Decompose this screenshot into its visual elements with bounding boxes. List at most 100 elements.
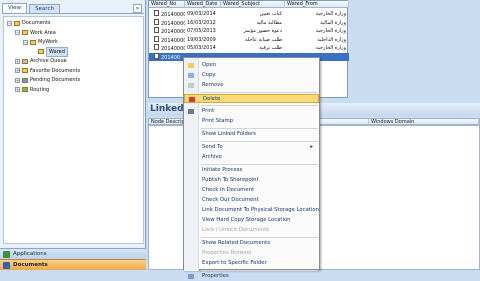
cell-text: 05/03/2014 bbox=[187, 45, 216, 51]
menu-item[interactable]: Export to Specific Folder bbox=[184, 259, 319, 268]
menu-item[interactable]: Initiate Process bbox=[184, 166, 319, 175]
menu-item-label: Export to Specific Folder bbox=[202, 260, 267, 266]
menu-item[interactable]: Check In Document bbox=[184, 186, 319, 195]
document-icon bbox=[154, 35, 159, 42]
expand-icon[interactable]: + bbox=[15, 87, 20, 92]
menu-item[interactable]: Properties bbox=[184, 272, 319, 281]
cell-text: طلب ترقية bbox=[259, 45, 282, 51]
applications-icon bbox=[3, 251, 10, 258]
cell-text: وزارة المالية bbox=[320, 19, 346, 26]
table-row[interactable]: 20140000109/03/2014 كتاب تعيين وزارة الخار… bbox=[149, 10, 349, 18]
collapse-icon[interactable]: − bbox=[23, 39, 28, 45]
menu-item[interactable]: Publish To Sharepoint bbox=[184, 176, 319, 185]
table-cell: دعوة حضور مؤتمر bbox=[221, 27, 285, 35]
menu-item-label: Properties bbox=[202, 273, 229, 279]
table-cell: 07/05/2013 bbox=[185, 27, 221, 35]
tree-node-label: MyWork bbox=[38, 39, 58, 45]
table-cell: 201400 bbox=[149, 52, 185, 61]
tree-node[interactable]: − MyWork bbox=[23, 38, 58, 46]
column-header-wared-no[interactable]: Wared_No bbox=[149, 1, 185, 8]
tree-node[interactable]: − Documents bbox=[7, 19, 51, 27]
menu-item[interactable]: Show Related Documents bbox=[184, 239, 319, 248]
table-row[interactable]: 20140000216/03/2012 مطالبة مالية وزارة الم… bbox=[149, 18, 349, 27]
pending-folder-icon bbox=[22, 77, 28, 83]
tree-node[interactable]: + Routing bbox=[15, 86, 49, 94]
cell-text: وزارة الداخلية bbox=[317, 36, 346, 43]
cell-text: مطالبة مالية bbox=[256, 19, 282, 26]
table-cell: مطالبة مالية bbox=[221, 19, 285, 27]
table-cell: 201400002 bbox=[149, 18, 185, 27]
table-cell: 201400001 bbox=[149, 10, 185, 18]
menu-separator bbox=[201, 164, 318, 165]
column-header-wared-date[interactable]: Wared_Date bbox=[185, 1, 221, 8]
folder-icon bbox=[30, 39, 36, 45]
menu-item-label: Show Related Documents bbox=[202, 240, 270, 246]
menu-item-label: Initiate Process bbox=[202, 167, 243, 173]
tree-node[interactable]: + Archive Queue bbox=[15, 57, 67, 65]
menu-separator bbox=[201, 92, 318, 93]
table-row[interactable]: 20140000505/03/2014 طلب ترقية وزارة الخارج… bbox=[149, 44, 349, 52]
tree-node[interactable]: + Pending Documents bbox=[15, 76, 80, 84]
nav-bar-documents[interactable]: Documents bbox=[0, 259, 146, 270]
menu-item[interactable]: Remove bbox=[184, 81, 319, 90]
menu-item-label: Print bbox=[202, 108, 215, 114]
expand-icon[interactable]: + bbox=[15, 77, 20, 83]
document-icon bbox=[154, 27, 159, 33]
menu-separator bbox=[201, 128, 318, 129]
folder-tree: − Documents − Work Area − MyWork Wared + Archive… bbox=[3, 16, 144, 244]
menu-item[interactable]: Delete bbox=[184, 94, 319, 103]
nav-bar-applications[interactable]: Applications bbox=[0, 248, 146, 259]
archive-icon bbox=[22, 58, 28, 64]
tab-search[interactable]: Search bbox=[29, 4, 60, 13]
table-cell: 16/03/2012 bbox=[185, 19, 221, 27]
expand-icon[interactable]: + bbox=[15, 68, 20, 73]
grid-header: Wared_No Wared_Date Wared_Subject Wared_… bbox=[149, 1, 349, 8]
menu-item[interactable]: Open bbox=[184, 61, 319, 70]
remove-icon bbox=[188, 83, 194, 88]
table-cell: وزارة الخارجية bbox=[285, 44, 349, 52]
collapse-pane-button[interactable]: » bbox=[133, 4, 142, 13]
table-cell: 05/03/2014 bbox=[185, 44, 221, 52]
menu-item[interactable]: Show Linked Folders bbox=[184, 130, 319, 139]
delete-icon bbox=[189, 97, 195, 102]
star-folder-icon bbox=[22, 68, 28, 73]
menu-item-label: Print Stamp bbox=[202, 118, 234, 124]
table-cell: طلب ترقية bbox=[221, 44, 285, 52]
folder-icon bbox=[38, 49, 44, 54]
table-cell: وزارة الخارجية bbox=[285, 27, 349, 35]
collapse-icon[interactable]: − bbox=[15, 30, 20, 35]
table-cell: 201400003 bbox=[149, 27, 185, 35]
cell-text: 201400002 bbox=[161, 20, 185, 27]
menu-item[interactable]: Check Out Document bbox=[184, 196, 319, 205]
table-cell: كتاب تعيين bbox=[221, 10, 285, 18]
menu-item[interactable]: View Hard Copy Storage Location bbox=[184, 216, 319, 225]
column-header-wared-from[interactable]: Wared_From bbox=[285, 1, 349, 8]
tree-node[interactable]: Wared bbox=[31, 46, 68, 57]
tree-node[interactable]: − Work Area bbox=[15, 29, 56, 37]
table-cell: وزارة الداخلية bbox=[285, 36, 349, 44]
table-row[interactable]: 20140000307/05/2013 دعوة حضور مؤتمر وزارة … bbox=[149, 27, 349, 35]
menu-item[interactable]: Link Document To Physical Storage Locati… bbox=[184, 206, 319, 215]
expand-icon[interactable]: + bbox=[15, 58, 20, 64]
cell-text: 09/03/2014 bbox=[187, 11, 216, 17]
cell-text: كتاب تعيين bbox=[259, 11, 282, 17]
menu-item[interactable]: Print Stamp bbox=[184, 117, 319, 126]
menu-item-label: Open bbox=[202, 62, 217, 68]
tab-view[interactable]: View bbox=[2, 3, 28, 13]
menu-item[interactable]: Send To ▸ bbox=[184, 143, 319, 152]
cell-text: وزارة الخارجية bbox=[315, 11, 346, 17]
menu-item[interactable]: Copy bbox=[184, 71, 319, 80]
menu-item-label: Delete bbox=[203, 96, 221, 102]
menu-item-label: Check In Document bbox=[202, 187, 255, 193]
properties-icon bbox=[188, 274, 194, 279]
collapse-icon[interactable]: − bbox=[7, 20, 12, 26]
menu-item[interactable]: Archive bbox=[184, 153, 319, 162]
table-row[interactable]: 20140000419/03/2009 طلب صيانة عاجلة وزارة … bbox=[149, 35, 349, 44]
menu-item-label: Show Linked Folders bbox=[202, 131, 257, 137]
menu-item-label: Properties Browser bbox=[202, 250, 252, 256]
tree-node[interactable]: + Favorite Documents bbox=[15, 67, 80, 75]
menu-item[interactable]: Print bbox=[184, 107, 319, 116]
cell-text: 19/03/2009 bbox=[187, 36, 216, 43]
navigation-pane: View Search » − Documents − Work Area − MyWor… bbox=[0, 0, 146, 270]
column-header-wared-subject[interactable]: Wared_Subject bbox=[221, 1, 285, 8]
